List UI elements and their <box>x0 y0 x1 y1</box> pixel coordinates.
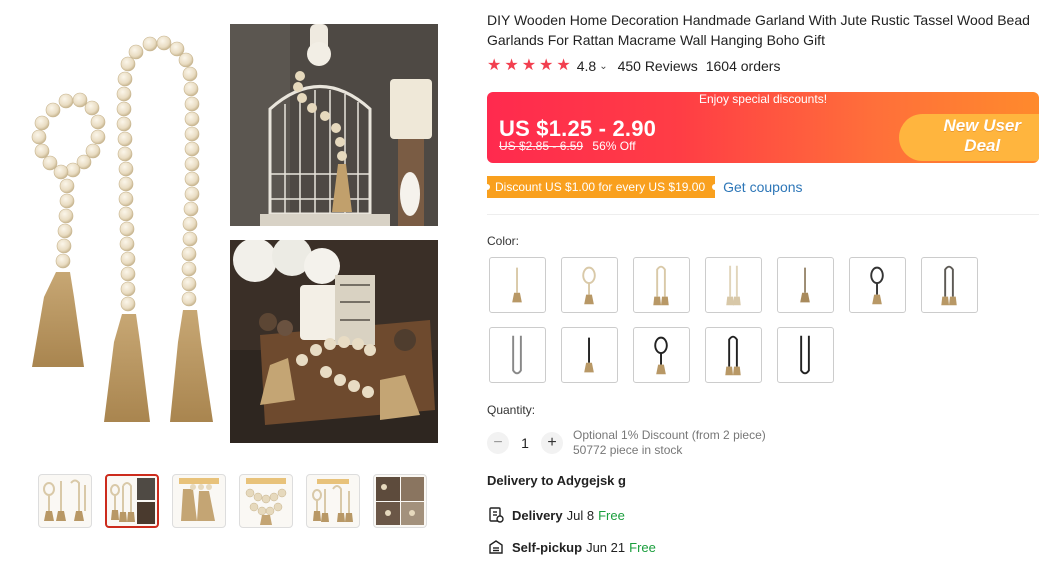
color-option-2[interactable] <box>561 257 618 313</box>
price-banner: Enjoy special discounts! US $1.25 - 2.90… <box>487 92 1039 163</box>
thumbnail-6[interactable] <box>373 474 427 528</box>
delivery-date: Jul 8 <box>566 507 595 523</box>
coupon-row: Discount US $1.00 for every US $19.00 Ge… <box>483 176 803 198</box>
birdcage-photo <box>230 24 438 226</box>
coupon-tag[interactable]: Discount US $1.00 for every US $19.00 <box>483 176 719 198</box>
pickup-type: Self-pickup <box>512 539 583 555</box>
delivery-destination[interactable]: Delivery to Adygejsk g <box>487 473 626 488</box>
color-option-4[interactable] <box>705 257 762 313</box>
color-option-12[interactable] <box>777 327 834 383</box>
quantity-discount-note: Optional 1% Discount (from 2 piece) <box>573 428 766 442</box>
delivery-cost: Free <box>598 507 625 523</box>
star-icon: ★ <box>504 57 519 74</box>
color-option-6[interactable] <box>849 257 906 313</box>
thumbnail-4[interactable] <box>239 474 293 528</box>
delivery-type: Delivery <box>512 507 563 523</box>
main-product-image[interactable] <box>18 22 442 447</box>
color-option-9[interactable] <box>561 327 618 383</box>
new-user-deal-badge[interactable]: New User Deal <box>899 114 1039 161</box>
star-rating[interactable]: ★ ★ ★ ★ ★ <box>487 58 571 74</box>
color-option-8[interactable] <box>489 327 546 383</box>
star-icon: ★ <box>556 57 571 74</box>
quantity-value[interactable]: 1 <box>509 435 541 451</box>
quantity-label: Quantity: <box>487 403 536 417</box>
pickup-cost: Free <box>629 539 656 555</box>
new-user-deal-text: New User Deal <box>944 116 1021 156</box>
quantity-stepper: − 1 + Optional 1% Discount (from 2 piece… <box>487 428 766 458</box>
stock-count: 50772 piece in stock <box>573 443 683 457</box>
color-option-1[interactable] <box>489 257 546 313</box>
color-option-10[interactable] <box>633 327 690 383</box>
get-coupons-link[interactable]: Get coupons <box>723 179 802 195</box>
self-pickup-option: Self-pickup Jun 21 Free <box>487 538 656 556</box>
deal-line: Deal <box>964 136 1001 155</box>
old-price-row: US $2.85 - 6.59 56% Off <box>499 139 636 153</box>
divider <box>487 214 1039 215</box>
delivery-option: Delivery Jul 8 Free <box>487 506 625 524</box>
thumbnail-5[interactable] <box>306 474 360 528</box>
color-option-11[interactable] <box>705 327 762 383</box>
orders-count: 1604 orders <box>705 58 781 74</box>
thumbnail-strip <box>38 474 427 528</box>
rating-row: ★ ★ ★ ★ ★ 4.8 ⌄ 450 Reviews 1604 orders <box>487 58 781 75</box>
shipping-icon <box>489 507 504 523</box>
color-option-7[interactable] <box>921 257 978 313</box>
star-icon: ★ <box>539 57 554 74</box>
star-icon: ★ <box>521 57 537 74</box>
pickup-icon <box>489 540 503 554</box>
star-icon: ★ <box>487 57 502 74</box>
color-option-3[interactable] <box>633 257 690 313</box>
thumbnail-3[interactable] <box>172 474 226 528</box>
bead-garland-illustration <box>31 35 213 422</box>
decrease-quantity-button[interactable]: − <box>487 432 509 454</box>
banner-promo-text: Enjoy special discounts! <box>698 92 828 106</box>
color-label: Color: <box>487 234 520 248</box>
product-gallery <box>0 0 450 570</box>
pickup-date: Jun 21 <box>586 539 626 555</box>
original-price: US $2.85 - 6.59 <box>499 139 584 153</box>
rating-value[interactable]: 4.8 <box>577 58 596 74</box>
reviews-link[interactable]: 450 Reviews <box>618 58 698 74</box>
product-title: DIY Wooden Home Decoration Handmade Garl… <box>487 12 1030 48</box>
new-user-line: New User <box>943 116 1021 135</box>
color-option-5[interactable] <box>777 257 834 313</box>
chevron-down-icon[interactable]: ⌄ <box>599 61 607 72</box>
thumbnail-2[interactable] <box>105 474 159 528</box>
increase-quantity-button[interactable]: + <box>541 432 563 454</box>
quantity-notes: Optional 1% Discount (from 2 piece) 5077… <box>573 428 766 458</box>
tray-decor-photo <box>230 240 438 443</box>
thumbnail-1[interactable] <box>38 474 92 528</box>
discount-percent: 56% Off <box>592 139 636 153</box>
